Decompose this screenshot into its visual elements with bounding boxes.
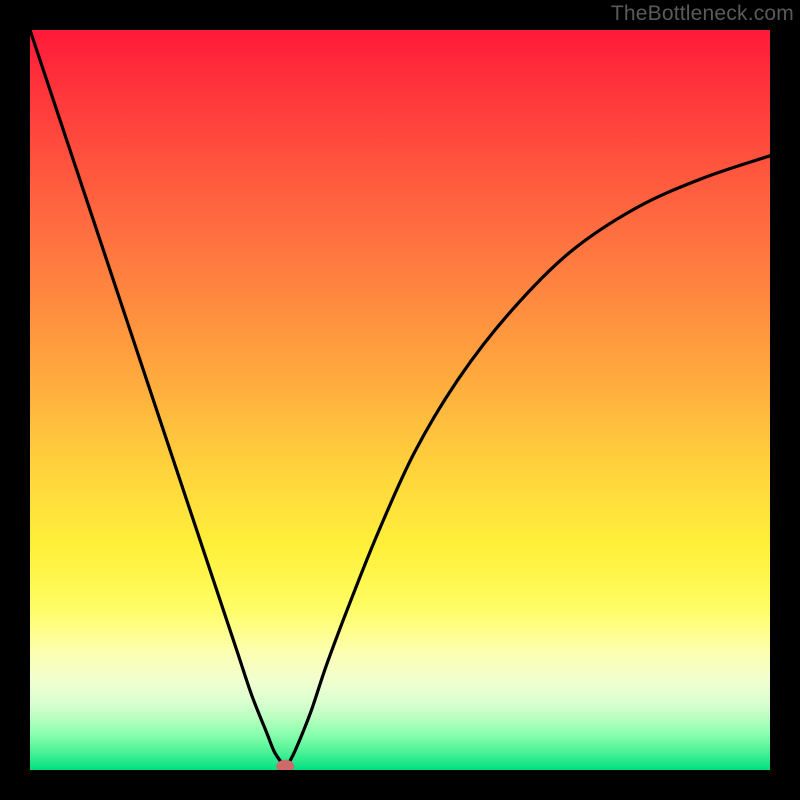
chart-frame: TheBottleneck.com — [0, 0, 800, 800]
chart-svg — [30, 30, 770, 770]
bottleneck-curve — [30, 30, 770, 766]
plot-area — [30, 30, 770, 770]
watermark-text: TheBottleneck.com — [611, 2, 794, 26]
